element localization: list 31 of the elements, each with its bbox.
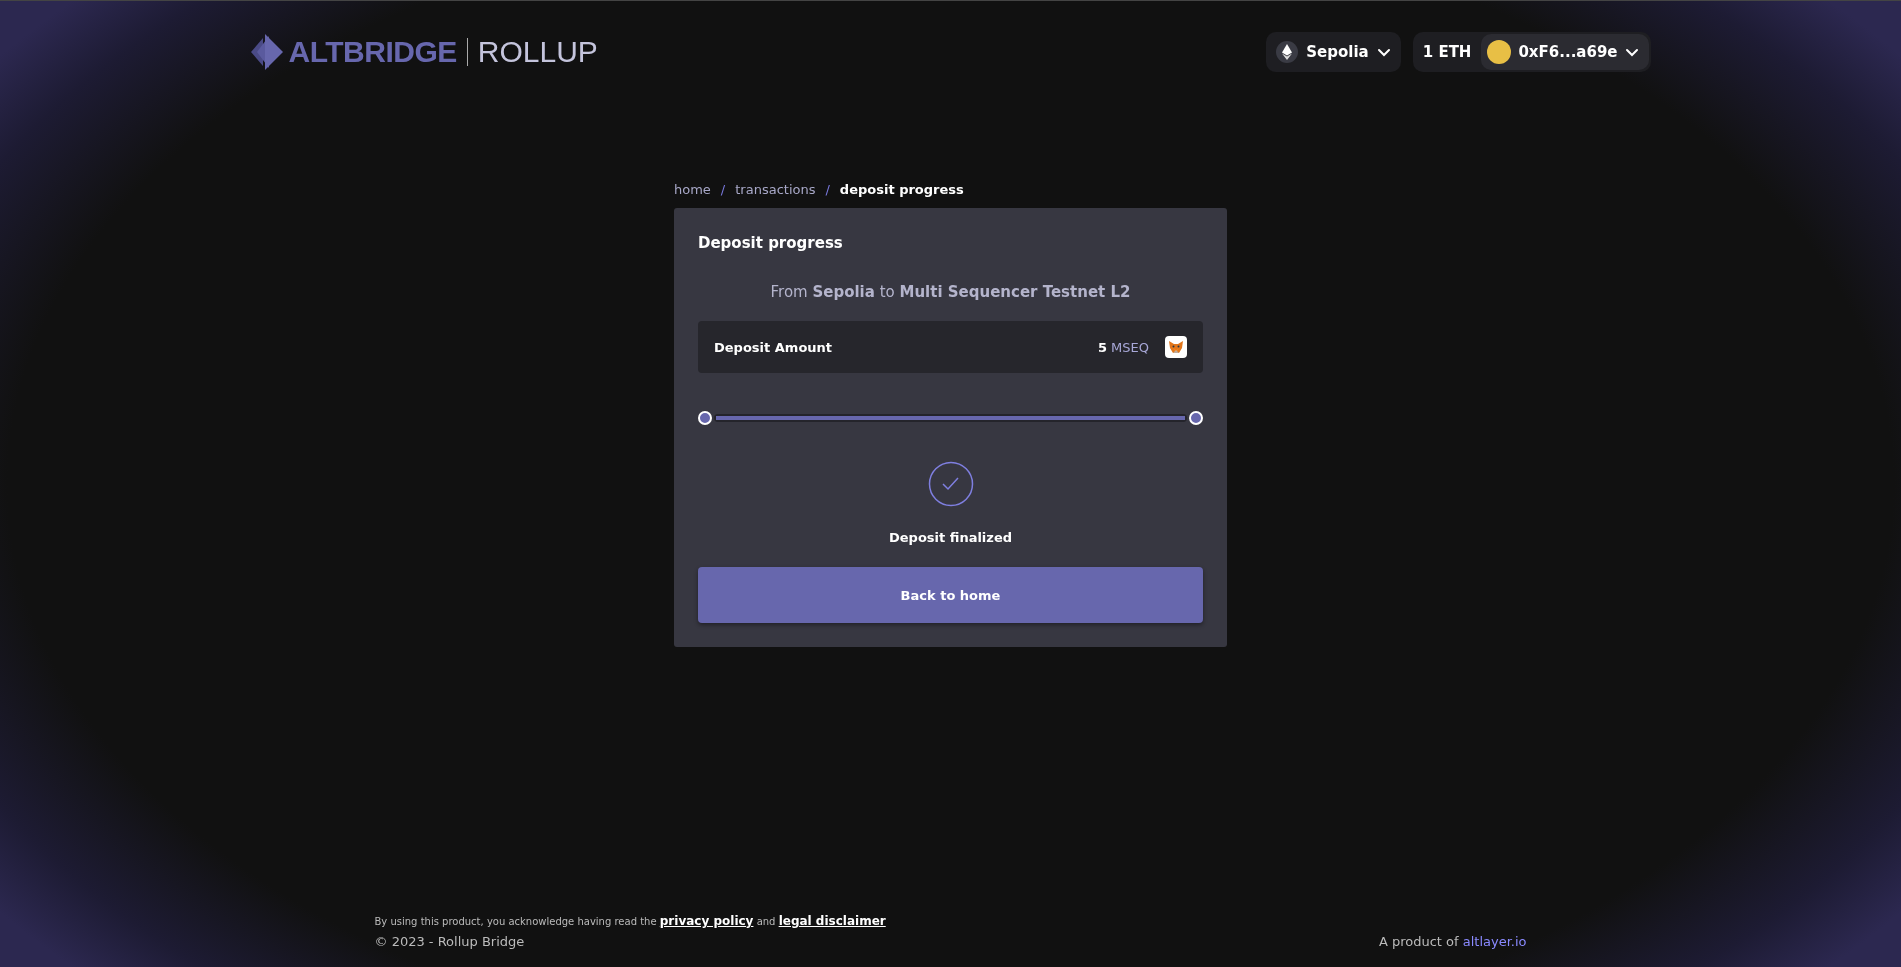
amount-label: Deposit Amount [714, 339, 834, 355]
terms-link[interactable]: legal disclaimer [778, 914, 886, 928]
back-to-home-button[interactable]: Back to home [698, 567, 1203, 623]
terms-notice: By using this product, you acknowledge having read the privacy policy and legal disclaimer [374, 914, 886, 928]
copyright-text: © 2023 - Rollup Bridge [374, 934, 526, 949]
ethereum-icon [1276, 41, 1299, 63]
route-text: From Sepolia to Multi Sequencer Testnet L2 [769, 283, 1132, 301]
credit-text: A product of altlayer.io [1378, 934, 1527, 949]
network-selector[interactable]: Sepolia [1266, 32, 1401, 72]
terms-link[interactable]: privacy policy [659, 914, 754, 928]
logo-product: ROLLUP [477, 35, 598, 69]
breadcrumb-separator: / [825, 182, 830, 197]
balance: 1 ETH [1422, 43, 1472, 61]
account-button[interactable]: 0xF6...a69e [1481, 34, 1649, 70]
breadcrumb-link[interactable]: deposit progress [839, 182, 964, 197]
chevron-down-icon [1624, 46, 1639, 58]
card-title: Deposit progress [698, 234, 844, 252]
breadcrumb-separator: / [720, 182, 726, 197]
altlayer-link[interactable]: altlayer.io [1462, 934, 1527, 949]
chevron-down-icon [1376, 46, 1391, 58]
amount-value: 5 MSEQ [1097, 339, 1149, 355]
logo-brand: ALTBRIDGE [288, 35, 457, 69]
breadcrumb-link[interactable]: transactions [735, 182, 816, 197]
progress-end-dot [1189, 411, 1203, 425]
logo-icon [250, 32, 285, 72]
check-circle-icon [927, 461, 974, 507]
status-label: Deposit finalized [887, 530, 1013, 545]
progress-start-dot [698, 411, 712, 425]
avatar-icon [1487, 40, 1512, 64]
fox-icon [1165, 336, 1187, 358]
breadcrumb-link[interactable]: home [674, 182, 711, 197]
